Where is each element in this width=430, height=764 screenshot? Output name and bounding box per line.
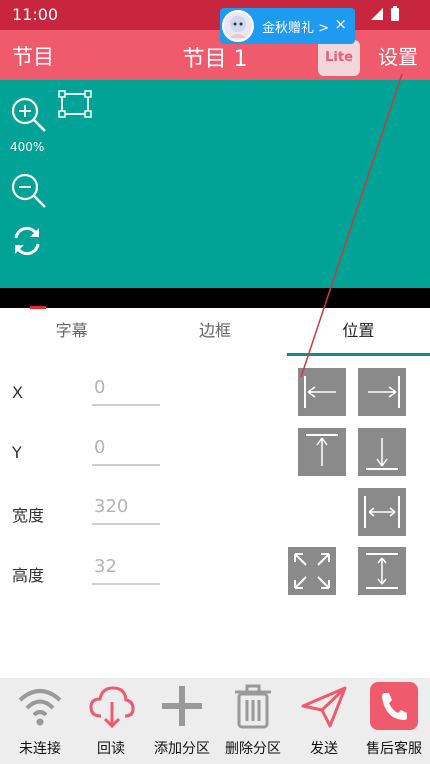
status-icons xyxy=(370,6,400,22)
y-field[interactable]: 0 xyxy=(92,434,160,466)
zoom-out-icon[interactable] xyxy=(10,172,48,214)
tab-position[interactable]: 位置 xyxy=(286,308,430,356)
customer-service-button[interactable]: 售后客服 xyxy=(358,678,430,764)
settings-button[interactable]: 设置 xyxy=(378,41,418,70)
fill-width-icon xyxy=(364,496,400,528)
fullscreen-button[interactable] xyxy=(288,547,336,595)
fill-height-button[interactable] xyxy=(358,547,406,595)
fill-height-icon xyxy=(366,553,398,589)
delete-zone-button[interactable]: 删除分区 xyxy=(217,678,289,764)
cloud-download-icon xyxy=(87,682,135,730)
fit-screen-icon[interactable] xyxy=(58,90,92,122)
preview-area[interactable]: 400% xyxy=(0,80,430,288)
promo-avatar xyxy=(222,10,254,42)
x-field[interactable]: 0 xyxy=(92,374,160,406)
phone-icon xyxy=(370,682,418,730)
bottom-toolbar: 未连接 回读 添加分区 删除分区 发送 售后客服 xyxy=(0,678,430,764)
app-bar: 节目 节目 1 Lite 设置 xyxy=(0,30,430,80)
align-right-button[interactable] xyxy=(358,368,406,416)
align-left-button[interactable] xyxy=(298,368,346,416)
lite-badge[interactable]: Lite xyxy=(318,40,360,76)
fill-width-button[interactable] xyxy=(358,488,406,536)
bottom-label-delete-zone: 删除分区 xyxy=(225,741,281,757)
y-label: Y xyxy=(12,443,22,462)
promo-text: 金秋赠礼 > xyxy=(262,21,330,36)
x-label: X xyxy=(12,383,23,402)
bottom-label-send: 发送 xyxy=(310,741,338,757)
height-field[interactable]: 32 xyxy=(92,553,160,585)
status-time: 11:00 xyxy=(12,5,59,24)
fullscreen-icon xyxy=(294,553,330,589)
zoom-in-icon[interactable] xyxy=(10,96,48,138)
page-title: 节目 1 xyxy=(182,47,248,72)
bottom-label-readback: 回读 xyxy=(97,741,125,757)
refresh-icon[interactable] xyxy=(10,224,44,262)
promo-close-button[interactable]: × xyxy=(334,15,347,33)
align-left-icon xyxy=(304,376,336,408)
bottom-label-disconnected: 未连接 xyxy=(19,741,61,757)
send-button[interactable]: 发送 xyxy=(288,678,360,764)
align-top-button[interactable] xyxy=(298,428,346,476)
tab-subtitle[interactable]: 字幕 xyxy=(0,308,143,356)
align-bottom-button[interactable] xyxy=(358,428,406,476)
bottom-label-add-zone: 添加分区 xyxy=(154,741,210,757)
tab-bar: 字幕 边框 位置 xyxy=(0,308,430,356)
status-bar: 11:00 xyxy=(0,0,430,30)
led-preview-strip xyxy=(0,288,430,308)
align-right-icon xyxy=(368,376,400,408)
plus-icon xyxy=(158,682,206,730)
align-bottom-icon xyxy=(366,438,398,470)
send-icon xyxy=(300,682,348,730)
zoom-level: 400% xyxy=(10,140,45,154)
tab-border[interactable]: 边框 xyxy=(143,308,286,356)
disconnected-button[interactable]: 未连接 xyxy=(4,678,76,764)
align-top-icon xyxy=(306,434,338,466)
add-zone-button[interactable]: 添加分区 xyxy=(146,678,218,764)
height-label: 高度 xyxy=(12,566,45,585)
trash-icon xyxy=(229,682,277,730)
width-label: 宽度 xyxy=(12,506,45,525)
width-field[interactable]: 320 xyxy=(92,493,160,525)
bottom-label-customer-service: 售后客服 xyxy=(366,741,422,757)
promo-banner[interactable]: 金秋赠礼 > × xyxy=(220,8,355,44)
readback-button[interactable]: 回读 xyxy=(75,678,147,764)
signal-icon xyxy=(371,8,383,20)
battery-icon xyxy=(391,6,399,21)
wifi-icon xyxy=(16,682,64,730)
